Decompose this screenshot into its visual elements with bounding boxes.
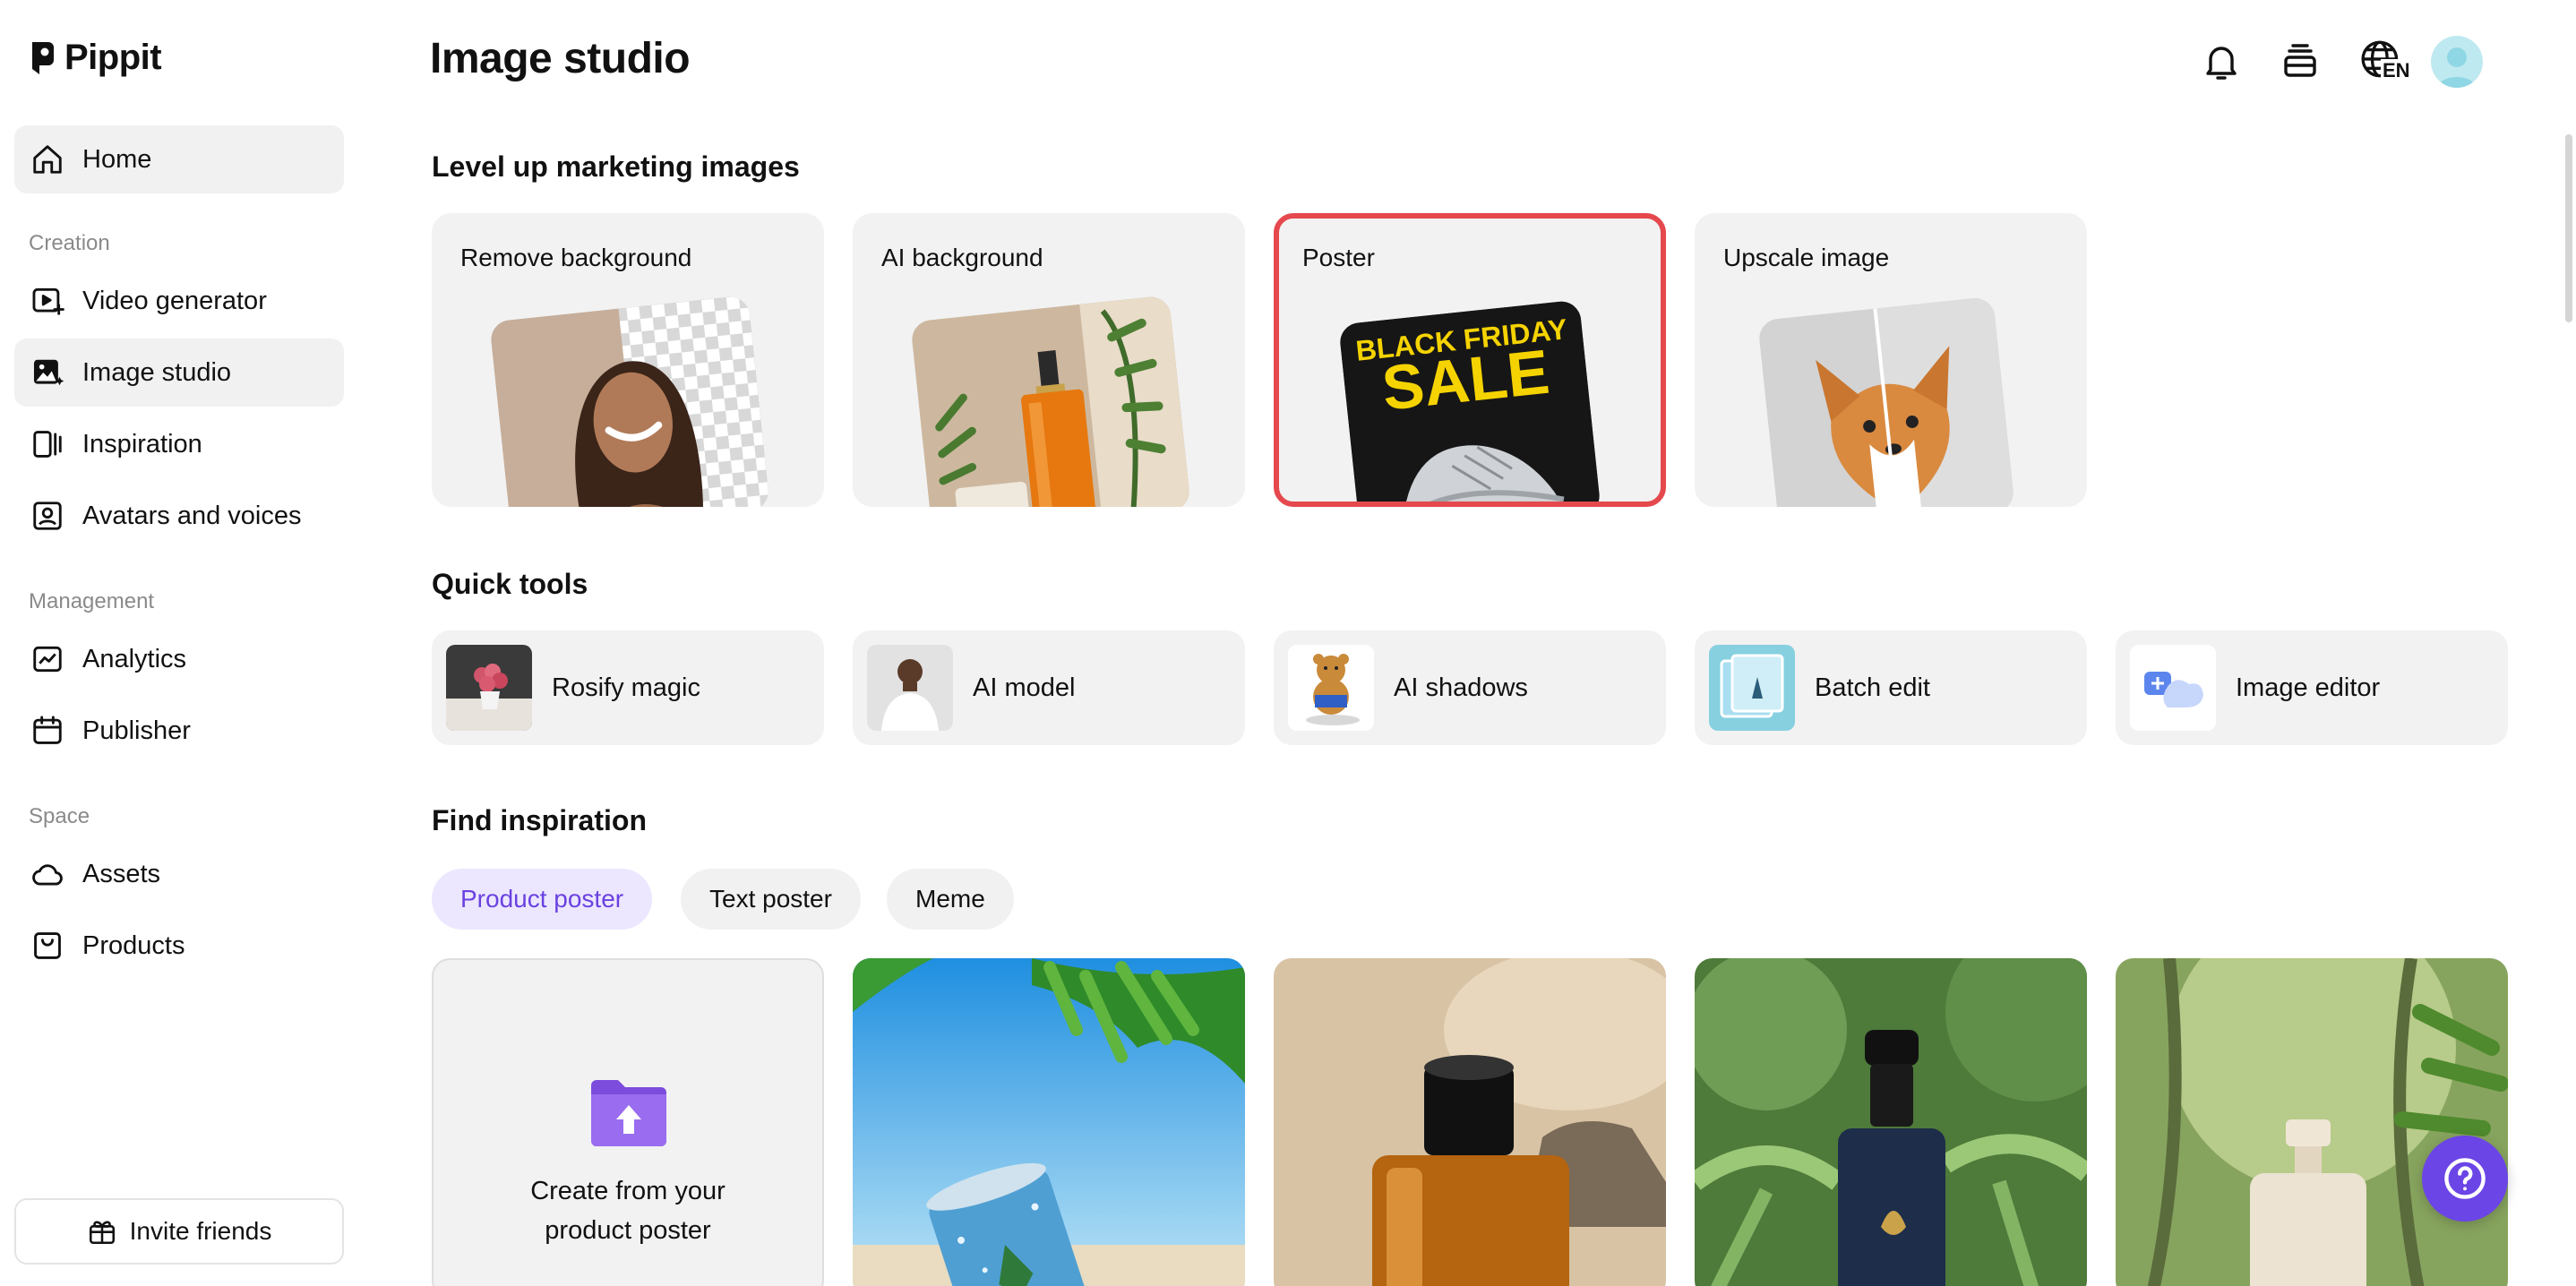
video-generator-icon <box>32 287 64 315</box>
poster-preview-image: BLACK FRIDAY SALE <box>1338 299 1601 502</box>
tool-ai-shadows[interactable]: AI shadows <box>1274 630 1666 745</box>
feature-card-label: AI background <box>881 244 1043 271</box>
language-button[interactable]: EN <box>2356 36 2412 86</box>
feature-card-ai-background[interactable]: AI background <box>853 213 1245 507</box>
bell-icon <box>2206 47 2237 80</box>
tool-label: Rosify magic <box>552 673 700 702</box>
image-studio-icon <box>33 359 64 386</box>
remove-background-preview-image <box>489 295 770 507</box>
feature-card-label: Remove background <box>460 244 692 271</box>
invite-friends-button[interactable]: Invite friends <box>14 1198 344 1265</box>
sidebar-item-image-studio[interactable]: Image studio <box>14 339 344 407</box>
feature-card-upscale-image[interactable]: Upscale image <box>1695 213 2087 507</box>
tool-rosify-magic[interactable]: Rosify magic <box>432 630 824 745</box>
inspiration-card-serum[interactable] <box>1695 958 2087 1286</box>
sidebar-item-label: Publisher <box>82 716 191 745</box>
notifications-button[interactable] <box>2196 36 2246 86</box>
perfume-bottle-image <box>1274 958 1666 1286</box>
upload-card-line-2: product poster <box>545 1216 711 1245</box>
upload-folder-icon <box>591 1080 666 1146</box>
sidebar-item-label: Inspiration <box>82 429 202 459</box>
sidebar-item-analytics[interactable]: Analytics <box>14 625 344 693</box>
upscale-preview-image <box>1757 296 2015 507</box>
help-button[interactable] <box>2422 1136 2508 1222</box>
cloud-icon <box>32 864 63 886</box>
user-avatar[interactable] <box>2431 36 2483 88</box>
chip-text-poster[interactable]: Text poster <box>681 869 861 930</box>
home-icon <box>33 145 62 174</box>
sidebar-item-assets[interactable]: Assets <box>14 840 344 908</box>
sidebar-item-label: Products <box>82 930 185 960</box>
invite-friends-label: Invite friends <box>129 1217 272 1245</box>
sidebar: Pippit Home Creation Video generator Ima… <box>0 0 358 1286</box>
sidebar-item-publisher[interactable]: Publisher <box>14 697 344 765</box>
inspiration-card-beverage-can[interactable] <box>853 958 1245 1286</box>
feature-card-label: Upscale image <box>1723 244 1890 271</box>
inspiration-card-pump-bottle[interactable] <box>2116 958 2508 1286</box>
feature-card-poster[interactable]: Poster BLACK FRIDAY SALE <box>1274 213 1666 507</box>
sidebar-item-label: Video generator <box>82 286 267 315</box>
app-name: Pippit <box>64 38 162 77</box>
tool-batch-edit[interactable]: Batch edit <box>1695 630 2087 745</box>
sidebar-item-products[interactable]: Products <box>14 912 344 980</box>
ai-model-thumbnail <box>867 645 953 731</box>
analytics-icon <box>33 646 62 673</box>
feature-card-remove-background[interactable]: Remove background <box>432 213 824 507</box>
ai-shadows-thumbnail <box>1288 645 1374 731</box>
stack-icon <box>2284 44 2316 77</box>
sidebar-item-label: Analytics <box>82 644 187 673</box>
beverage-can-image <box>853 958 1245 1286</box>
chip-product-poster[interactable]: Product poster <box>432 869 653 930</box>
section-title-quick-tools: Quick tools <box>432 568 588 600</box>
layers-button[interactable] <box>2275 36 2325 86</box>
tool-label: AI model <box>973 673 1076 702</box>
sidebar-item-video-generator[interactable]: Video generator <box>14 267 344 335</box>
inspiration-icon <box>33 431 62 458</box>
section-label-creation: Creation <box>29 231 110 255</box>
upload-card-line-1: Create from your <box>530 1177 726 1205</box>
section-label-space: Space <box>29 804 90 828</box>
inspiration-card-perfume[interactable] <box>1274 958 1666 1286</box>
serum-bottle-image <box>1695 958 2087 1286</box>
rosify-magic-thumbnail <box>446 645 532 731</box>
page-scrollbar[interactable] <box>2565 134 2572 322</box>
section-label-management: Management <box>29 589 155 613</box>
sidebar-item-label: Home <box>82 144 152 174</box>
tool-ai-model[interactable]: AI model <box>853 630 1245 745</box>
app-logo[interactable]: Pippit <box>29 38 162 78</box>
gift-icon <box>89 1221 115 1245</box>
pippit-logo-icon <box>32 41 54 74</box>
batch-edit-thumbnail <box>1709 645 1795 731</box>
sidebar-item-avatars-and-voices[interactable]: Avatars and voices <box>14 482 344 550</box>
sidebar-item-label: Image studio <box>82 357 232 387</box>
ai-background-preview-image <box>910 295 1191 507</box>
create-from-product-poster-card[interactable]: Create from your product poster <box>432 958 824 1286</box>
page-title: Image studio <box>430 35 691 82</box>
tool-image-editor[interactable]: Image editor <box>2116 630 2508 745</box>
avatar-icon <box>33 502 62 530</box>
section-title-find-inspiration: Find inspiration <box>432 804 647 836</box>
section-title-marketing: Level up marketing images <box>432 150 800 183</box>
shopping-bag-icon <box>34 932 61 959</box>
question-mark-icon <box>2444 1158 2486 1199</box>
sidebar-item-inspiration[interactable]: Inspiration <box>14 410 344 478</box>
sidebar-item-label: Avatars and voices <box>82 501 302 530</box>
sidebar-item-label: Assets <box>82 859 161 888</box>
calendar-icon <box>33 716 62 744</box>
user-icon <box>2438 47 2476 88</box>
upload-card-text: Create from your product poster <box>434 1171 822 1250</box>
tool-label: Image editor <box>2236 673 2381 702</box>
tool-label: Batch edit <box>1815 673 1930 702</box>
chip-meme[interactable]: Meme <box>887 869 1014 930</box>
sidebar-item-home[interactable]: Home <box>14 125 344 193</box>
tool-label: AI shadows <box>1394 673 1528 702</box>
image-editor-thumbnail <box>2130 645 2216 731</box>
language-code: EN <box>2381 59 2412 82</box>
pump-bottle-image <box>2116 958 2508 1286</box>
feature-card-label: Poster <box>1302 244 1375 271</box>
